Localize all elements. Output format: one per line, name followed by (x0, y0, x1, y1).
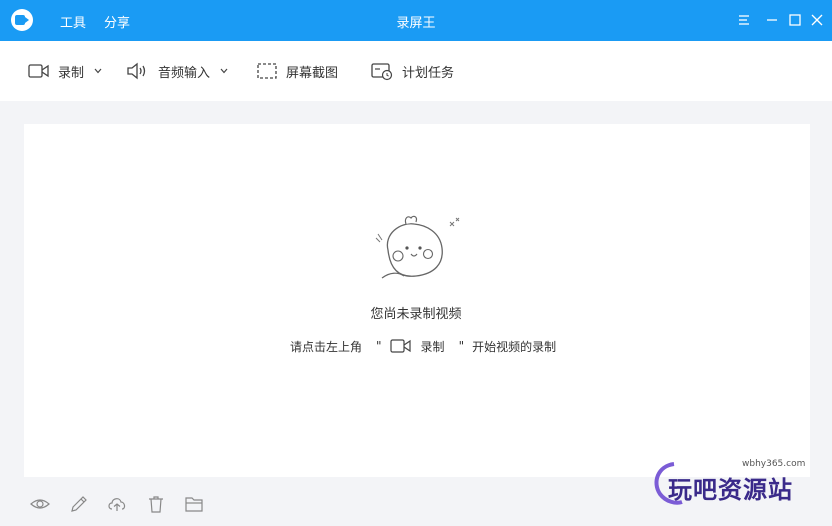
empty-state-title: 您尚未录制视频 (370, 307, 462, 322)
schedule-task-label: 计划任务 (402, 65, 455, 81)
audio-input-label: 音频输入 (158, 65, 211, 81)
folder-icon[interactable] (184, 494, 204, 514)
record-button[interactable]: 录制 (28, 60, 102, 82)
hint-quote-close: " (458, 339, 465, 353)
mascot-illustration (375, 215, 460, 279)
title-bar: 工具 分享 录屏王 (0, 0, 832, 41)
window-title: 录屏王 (396, 16, 436, 31)
schedule-task-button[interactable]: 计划任务 (370, 60, 454, 82)
menu-icon[interactable] (735, 11, 753, 29)
minimize-icon[interactable] (763, 11, 781, 29)
recordings-panel (24, 124, 810, 477)
hint-suffix: 开始视频的录制 (472, 339, 557, 354)
close-icon[interactable] (808, 11, 826, 29)
screenshot-icon (257, 63, 277, 79)
speaker-icon (127, 62, 146, 80)
maximize-icon[interactable] (786, 11, 804, 29)
video-camera-icon (389, 339, 411, 353)
trash-icon[interactable] (146, 494, 166, 514)
screenshot-button[interactable]: 屏幕截图 (256, 60, 338, 82)
upload-icon[interactable] (107, 494, 127, 514)
watermark-url: wbhy365.com (742, 459, 806, 469)
eye-icon[interactable] (30, 494, 50, 514)
audio-input-button[interactable]: 音频输入 (126, 60, 228, 82)
video-camera-icon (28, 64, 49, 78)
schedule-icon (371, 63, 393, 81)
empty-state-hint: 请点击左上角 " 录制 " 开始视频的录制 (290, 337, 556, 355)
hint-prefix: 请点击左上角 (290, 339, 363, 354)
screenshot-label: 屏幕截图 (286, 65, 339, 81)
chevron-down-icon[interactable] (94, 68, 102, 74)
hint-quote-open: " (376, 339, 382, 353)
chevron-down-icon[interactable] (220, 68, 228, 74)
pencil-icon[interactable] (69, 494, 89, 514)
hint-record-label: 录制 (420, 339, 445, 354)
record-label: 录制 (58, 65, 85, 81)
watermark-text: 玩吧资源站 (668, 476, 793, 504)
toolbar: 录制 音频输入 屏幕截图 计划任务 (0, 41, 832, 101)
